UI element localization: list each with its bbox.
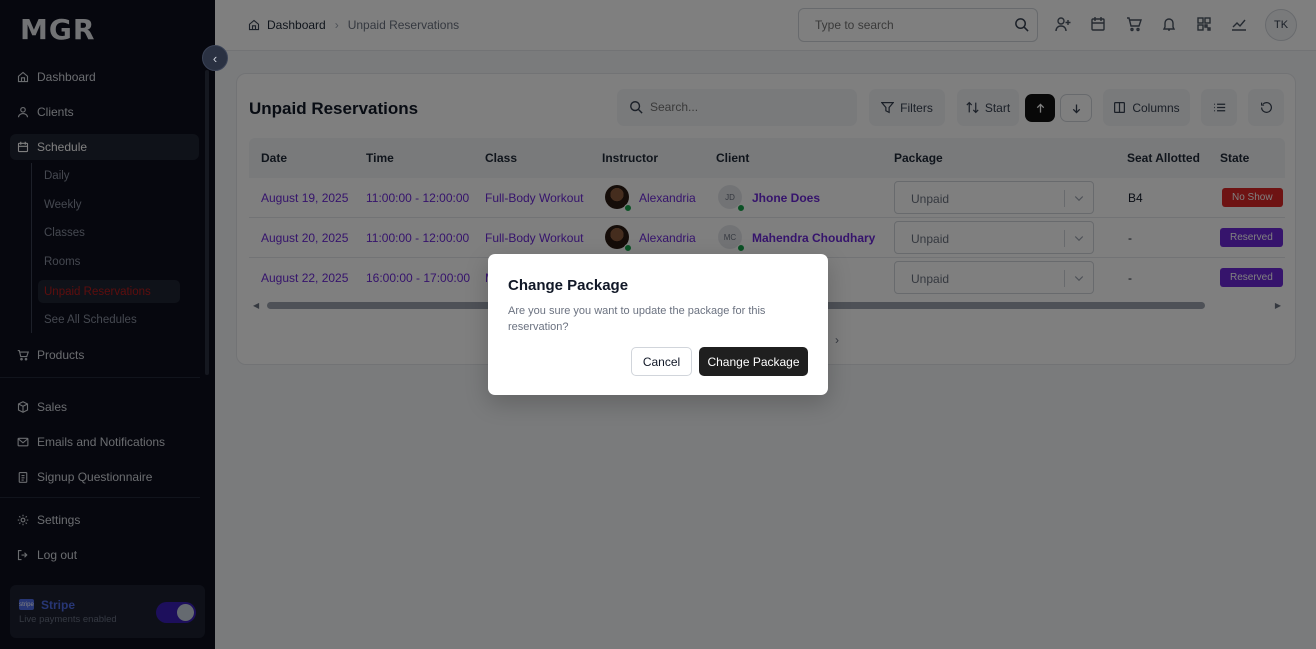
sidebar-collapse-button[interactable]: ‹ bbox=[202, 45, 228, 71]
dialog-title: Change Package bbox=[508, 277, 629, 294]
chevron-left-icon: ‹ bbox=[212, 50, 218, 66]
dialog-description: Are you sure you want to update the pack… bbox=[508, 305, 766, 333]
change-package-dialog: Change Package Are you sure you want to … bbox=[488, 254, 828, 395]
change-package-button[interactable]: Change Package bbox=[699, 347, 808, 376]
cancel-button[interactable]: Cancel bbox=[631, 347, 692, 376]
